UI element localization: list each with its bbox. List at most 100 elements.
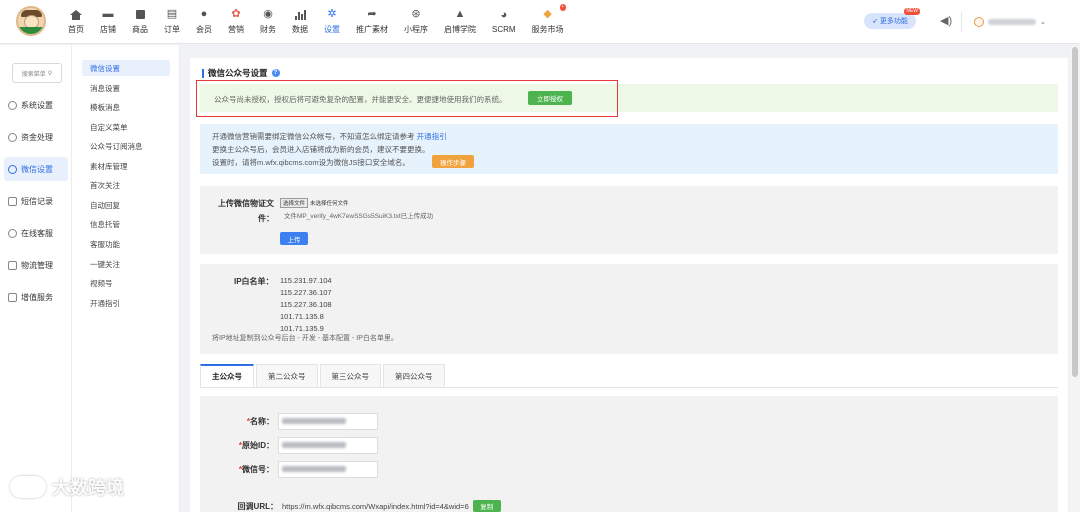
username-redacted xyxy=(988,19,1036,25)
pie-chart-icon: ◕ xyxy=(500,9,508,21)
watermark: 大数跨境 xyxy=(10,474,124,500)
submenu-one-click-follow[interactable]: 一键关注 xyxy=(82,256,170,272)
nav-label: 服务市场 xyxy=(531,25,564,34)
order-icon: ▤ xyxy=(166,8,178,20)
original-id-row: *原始ID： xyxy=(200,436,600,454)
nav-label: 启博学院 xyxy=(444,25,476,34)
secondary-sidebar: 微信设置 消息设置 模板消息 自定义菜单 公众号订阅消息 素材库管理 首次关注 … xyxy=(72,45,180,512)
tab-label: 第四公众号 xyxy=(395,371,433,381)
submenu-setup-guide[interactable]: 开通指引 xyxy=(82,295,170,311)
nav-store[interactable]: ▬ 店铺 xyxy=(92,0,124,44)
redacted-value xyxy=(282,466,346,472)
submenu-first-follow[interactable]: 首次关注 xyxy=(82,177,170,193)
tab-fourth-account[interactable]: 第四公众号 xyxy=(383,364,445,387)
submenu-template-messages[interactable]: 模板消息 xyxy=(82,99,170,115)
submenu-customer-service[interactable]: 客服功能 xyxy=(82,236,170,252)
sidebar-item-system-settings[interactable]: 系统设置 xyxy=(0,93,72,117)
info-text: 开通微信营销需要绑定微信公众帐号，不知道怎么绑定请参考 xyxy=(212,132,417,141)
ip-address: 115.231.97.104 xyxy=(280,276,332,285)
user-menu[interactable]: ⌄ xyxy=(974,15,1054,29)
sidebar-item-label: 资金处理 xyxy=(21,132,53,142)
tab-main-account[interactable]: 主公众号 xyxy=(200,364,254,387)
marketing-icon: ✿ xyxy=(231,8,241,20)
setup-info-panel: 开通微信营销需要绑定微信公众帐号，不知道怎么绑定请参考 开通指引 更换主公众号后… xyxy=(200,124,1058,174)
ip-address: 115.227.36.108 xyxy=(280,300,332,309)
submenu-wechat-settings[interactable]: 微信设置 xyxy=(82,60,170,76)
page-scrollbar[interactable] xyxy=(1070,45,1080,512)
submenu-label: 消息设置 xyxy=(90,83,120,93)
brand-logo[interactable] xyxy=(16,6,46,36)
name-field[interactable] xyxy=(278,412,378,430)
tab-label: 第二公众号 xyxy=(268,371,306,381)
original-id-field[interactable] xyxy=(278,436,378,454)
sidebar-item-logistics[interactable]: 物流管理 xyxy=(0,253,72,277)
verification-upload-section: 上传微信物证文 件： 选择文件 未选择任何文件 文件MP_verify_4wK7… xyxy=(200,186,1058,254)
copy-button[interactable]: 复制 xyxy=(472,500,501,512)
nav-data[interactable]: 数据 xyxy=(284,0,316,44)
sidebar-item-online-service[interactable]: 在线客服 xyxy=(0,221,72,245)
system-settings-icon xyxy=(8,100,17,110)
nav-scrm[interactable]: ◕ SCRM xyxy=(484,0,524,44)
more-features-button[interactable]: ➶ 更多功能 NEW xyxy=(864,8,920,29)
nav-service-market[interactable]: ◆ 服务市场 • xyxy=(524,0,572,44)
avatar xyxy=(974,17,984,27)
label-text: 原始ID： xyxy=(242,440,274,450)
original-id-label: *原始ID： xyxy=(238,440,274,450)
sidebar-item-value-added[interactable]: 增值服务 xyxy=(0,285,72,309)
nav-miniprogram[interactable]: ⊛ 小程序 xyxy=(396,0,436,44)
upload-button[interactable]: 上传 xyxy=(280,232,308,245)
redacted-value xyxy=(282,418,346,424)
account-form: *名称： *原始ID： *微信号： 回调URL： https://m.wfx.q… xyxy=(200,396,1058,512)
submenu-label: 自动回复 xyxy=(90,200,120,210)
nav-member[interactable]: ● 会员 xyxy=(188,0,220,44)
goods-icon xyxy=(135,9,146,20)
primary-sidebar: 搜索菜单 ⚲ 系统设置 资金处理 微信设置 短信记录 在线客服 物流管理 增值服务 xyxy=(0,45,72,512)
help-icon[interactable]: ? xyxy=(271,69,280,77)
tab-label: 主公众号 xyxy=(212,372,242,381)
nav-label: 店铺 xyxy=(100,25,116,34)
info-line-3: 设置时，请将m.wfx.qibcms.com设为微信JS接口安全域名。 xyxy=(212,158,410,167)
sidebar-item-wechat-settings[interactable]: 微信设置 xyxy=(4,157,68,181)
tab-label: 第三公众号 xyxy=(331,371,370,381)
speaker-icon[interactable]: ◀) xyxy=(940,15,952,27)
submenu-message-settings[interactable]: 消息设置 xyxy=(82,80,170,96)
submenu-auto-reply[interactable]: 自动回复 xyxy=(82,197,170,213)
tab-second-account[interactable]: 第二公众号 xyxy=(256,364,318,387)
nav-goods[interactable]: 商品 xyxy=(124,0,156,44)
operation-steps-button[interactable]: 操作步骤 xyxy=(432,155,474,168)
nav-academy[interactable]: ▲ 启博学院 xyxy=(436,0,484,44)
submenu-material-library[interactable]: 素材库管理 xyxy=(82,158,170,174)
callback-url-row: 回调URL： https://m.wfx.qibcms.com/Wxapi/in… xyxy=(200,500,501,512)
finance-icon: ◉ xyxy=(263,8,273,20)
menu-search-input[interactable]: 搜索菜单 ⚲ xyxy=(12,63,62,83)
nav-home[interactable]: 首页 xyxy=(60,0,92,44)
choose-file-button[interactable]: 选择文件 xyxy=(280,198,309,208)
page-title: 微信公众号设置 ? xyxy=(202,67,280,79)
submenu-subscription-messages[interactable]: 公众号订阅消息 xyxy=(82,138,170,154)
rocket-icon: ➶ xyxy=(872,18,880,25)
setup-guide-link[interactable]: 开通指引 xyxy=(417,132,447,141)
sidebar-item-sms-records[interactable]: 短信记录 xyxy=(0,189,72,213)
nav-label: 推广素材 xyxy=(356,25,388,34)
sidebar-item-funds[interactable]: 资金处理 xyxy=(0,125,72,149)
watermark-logo-icon xyxy=(10,476,46,498)
nav-finance[interactable]: ◉ 财务 xyxy=(252,0,284,44)
nav-promo[interactable]: ➦ 推广素材 xyxy=(348,0,396,44)
nav-label: 会员 xyxy=(196,25,212,34)
upload-label: 上传微信物证文 xyxy=(218,199,274,208)
wechat-id-field[interactable] xyxy=(278,460,378,478)
tab-third-account[interactable]: 第三公众号 xyxy=(319,364,381,387)
scrollbar-thumb[interactable] xyxy=(1072,47,1078,377)
nav-order[interactable]: ▤ 订单 xyxy=(156,0,188,44)
submenu-label: 信息托管 xyxy=(90,219,120,229)
submenu-custom-menu[interactable]: 自定义菜单 xyxy=(82,119,170,135)
submenu-label: 素材库管理 xyxy=(90,161,128,171)
nav-label: 首页 xyxy=(68,25,84,34)
nav-settings[interactable]: ✲ 设置 xyxy=(316,0,348,44)
submenu-video-account[interactable]: 视频号 xyxy=(82,275,170,291)
file-input[interactable]: 选择文件 未选择任何文件 xyxy=(280,198,349,208)
top-navigation: 首页 ▬ 店铺 商品 ▤ 订单 ● 会员 ✿ 营销 ◉ 财务 数据 ✲ 设置 ➦ 推广素材 ⊛… xyxy=(0,0,1080,44)
nav-marketing[interactable]: ✿ 营销 xyxy=(220,0,252,44)
submenu-message-hosting[interactable]: 信息托管 xyxy=(82,216,170,232)
upload-status: 文件MP_verify_4wK7ewSSGs5SuiK3.txt已上传成功 xyxy=(284,213,434,220)
